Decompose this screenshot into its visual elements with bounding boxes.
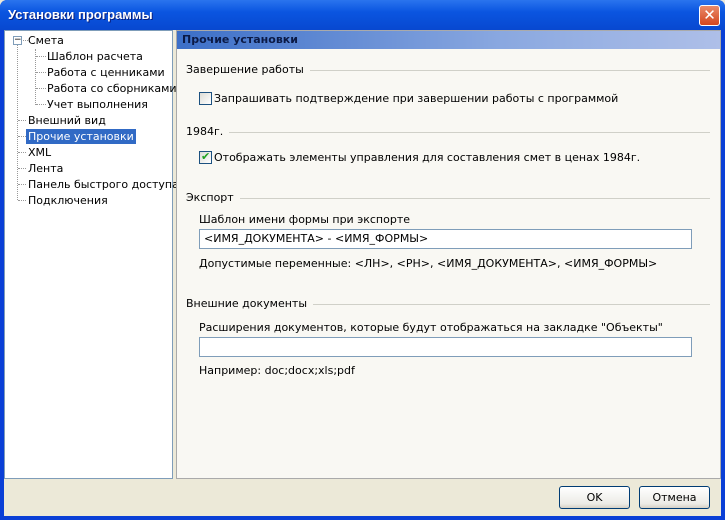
- tree-item-template[interactable]: Шаблон расчета: [45, 49, 145, 64]
- extensions-example: Например: doc;docx;xls;pdf: [199, 364, 355, 377]
- tree-item-connections[interactable]: Подключения: [26, 193, 110, 208]
- settings-dialog: Установки программы ✕ − Смета Шаблон рас…: [0, 0, 725, 520]
- extensions-input[interactable]: [199, 337, 692, 357]
- panel-header: Прочие установки: [177, 31, 720, 49]
- ok-button[interactable]: OK: [559, 486, 630, 509]
- settings-panel: Прочие установки Завершение работы Запра…: [176, 30, 721, 479]
- confirm-exit-checkbox[interactable]: [199, 92, 212, 105]
- group-shutdown: Завершение работы: [186, 63, 710, 77]
- tree-item-ribbon[interactable]: Лента: [26, 161, 65, 176]
- group-export: Экспорт: [186, 191, 710, 205]
- tree-item-xml[interactable]: XML: [26, 145, 53, 160]
- confirm-exit-label[interactable]: Запрашивать подтверждение при завершении…: [214, 92, 618, 106]
- show-1984-label[interactable]: Отображать элементы управления для соста…: [214, 151, 640, 165]
- export-vars-hint: Допустимые переменные: <ЛН>, <РН>, <ИМЯ_…: [199, 257, 658, 270]
- title-bar[interactable]: Установки программы ✕: [0, 0, 725, 30]
- client-area: − Смета Шаблон расчета Работа с ценникам…: [4, 30, 721, 516]
- group-external-docs: Внешние документы: [186, 297, 710, 311]
- export-template-input[interactable]: <ИМЯ_ДОКУМЕНТА> - <ИМЯ_ФОРМЫ>: [199, 229, 692, 249]
- close-icon[interactable]: ✕: [699, 5, 720, 26]
- export-template-label: Шаблон имени формы при экспорте: [199, 213, 411, 226]
- extensions-label: Расширения документов, которые будут ото…: [199, 321, 663, 334]
- tree-item-execution[interactable]: Учет выполнения: [45, 97, 150, 112]
- show-1984-checkbox[interactable]: [199, 150, 212, 164]
- tree-item-quick-access[interactable]: Панель быстрого доступа: [26, 177, 181, 192]
- tree-item-smeta[interactable]: Смета: [26, 33, 66, 48]
- tree-item-collections[interactable]: Работа со сборниками: [45, 81, 179, 96]
- collapse-icon[interactable]: −: [13, 36, 22, 45]
- settings-tree: − Смета Шаблон расчета Работа с ценникам…: [4, 30, 179, 479]
- tree-item-other-settings[interactable]: Прочие установки: [26, 129, 136, 144]
- tree-item-price-lists[interactable]: Работа с ценниками: [45, 65, 167, 80]
- window-title: Установки программы: [8, 7, 153, 22]
- cancel-button[interactable]: Отмена: [639, 486, 710, 509]
- tree-item-appearance[interactable]: Внешний вид: [26, 113, 108, 128]
- group-1984: 1984г.: [186, 125, 710, 139]
